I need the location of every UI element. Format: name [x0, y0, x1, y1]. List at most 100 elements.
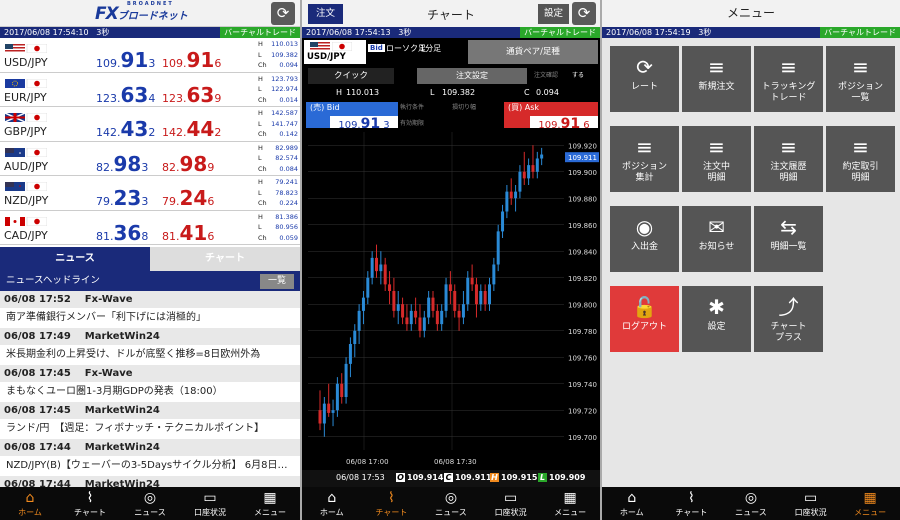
grid-icon: ▦	[563, 490, 577, 506]
tab-chart[interactable]: ⌇ チャート	[60, 487, 120, 520]
candle-body	[427, 297, 431, 318]
menu-tile-executed-trades[interactable]: ≡ 約定取引 明細	[826, 126, 895, 192]
tab-broadcast[interactable]: ◎ ニュース	[721, 487, 781, 520]
news-item[interactable]: 06/08 17:52 Fx-Wave 南ア準備銀行メンバー「利下げには消極的」	[0, 291, 300, 328]
bid-price[interactable]: 79.233	[96, 186, 148, 210]
candle-body	[470, 277, 474, 285]
rate-row[interactable]: AUD/JPY 82.983 82.989 H 82.989 L 82.574 Ch 0.084	[0, 141, 300, 176]
order-settings-button[interactable]: 注文設定	[417, 68, 527, 84]
menu-tile-position-sum[interactable]: ≡ ポジション 集計	[610, 126, 679, 192]
candle-body	[522, 171, 526, 179]
news-list-button[interactable]: 一覧	[259, 274, 294, 289]
c-label: C	[524, 88, 530, 97]
tab-chart[interactable]: ⌇ チャート	[362, 487, 422, 520]
rate-row[interactable]: EUR/JPY 123.634 123.639 H 123.793 L 122.974 Ch 0…	[0, 72, 300, 107]
ask-price[interactable]: 81.416	[162, 221, 214, 245]
rate-row[interactable]: NZD/JPY 79.233 79.246 H 79.241 L 78.823 Ch 0.224	[0, 176, 300, 211]
high-low-change: H 142.587 L 141.747 Ch 0.142	[258, 109, 298, 138]
candle-body	[448, 284, 452, 291]
news-item[interactable]: 06/08 17:44 MarketWin24 NZD/JPY(B)【ウェーバーの3…	[0, 439, 300, 476]
y-tick-label: 109.700	[568, 434, 597, 442]
tab-home[interactable]: ⌂ ホーム	[302, 487, 362, 520]
menu-tile-gear[interactable]: ✱ 設定	[682, 286, 751, 352]
order-confirm-label: 注文確認	[534, 72, 559, 79]
tab-chart[interactable]: ⌇ チャート	[662, 487, 722, 520]
candlestick-chart[interactable]: 109.920 109.900 109.880 109.860 109.840 109.8…	[302, 128, 600, 470]
tab-grid[interactable]: ▦ メニュー	[540, 487, 600, 520]
bid-price[interactable]: 109.913	[96, 48, 155, 72]
quick-order-button[interactable]: クイック	[308, 68, 394, 84]
rate-row[interactable]: GBP/JPY 142.432 142.442 H 142.587 L 141.747 Ch 0…	[0, 107, 300, 142]
new-order-icon: ≡	[708, 55, 725, 79]
tab-account[interactable]: ▭ 口座状況	[180, 487, 240, 520]
pair-type-button[interactable]: 通貨ペア/足種	[468, 40, 598, 64]
menu-tile-order-history[interactable]: ≡ 注文履歴 明細	[754, 126, 823, 192]
news-meta: 06/08 17:45 MarketWin24	[0, 402, 300, 419]
candle-body	[388, 284, 392, 291]
bid-price[interactable]: 142.432	[96, 117, 155, 141]
home-icon: ⌂	[25, 490, 35, 506]
news-title: まもなくユーロ圏1-3月期GDPの発表（18:00）	[6, 386, 223, 397]
tab-account[interactable]: ▭ 口座状況	[481, 487, 541, 520]
ask-price[interactable]: 109.916	[162, 48, 221, 72]
ask-price[interactable]: 82.989	[162, 152, 214, 176]
nz-jp-flag-icon	[5, 182, 47, 191]
menu-tile-open-orders[interactable]: ≡ 注文中 明細	[682, 126, 751, 192]
menu-tile-chart-plus[interactable]: ⤴ チャート プラス	[754, 286, 823, 352]
menu-tile-new-order[interactable]: ≡ 新規注文	[682, 46, 751, 112]
menu-tile-statement[interactable]: ⇆ 明細一覧	[754, 206, 823, 272]
refresh-button[interactable]: ⟳	[572, 2, 596, 25]
rate-row[interactable]: USD/JPY 109.913 109.916 H 110.013 L 109.382 Ch 0…	[0, 38, 300, 73]
tab-home[interactable]: ⌂ ホーム	[0, 487, 60, 520]
y-tick-label: 109.720	[568, 407, 597, 415]
tab-grid[interactable]: ▦ メニュー	[840, 487, 900, 520]
candle-body	[518, 171, 522, 192]
tab-grid[interactable]: ▦ メニュー	[240, 487, 300, 520]
bid-price[interactable]: 81.368	[96, 221, 148, 245]
home-icon: ⌂	[627, 490, 637, 506]
news-item[interactable]: 06/08 17:49 MarketWin24 米長期金利の上昇受け、ドルが底堅く推…	[0, 328, 300, 365]
tab-home[interactable]: ⌂ ホーム	[602, 487, 662, 520]
pair-label: USD/JPY	[4, 56, 48, 69]
virtual-trade-badge: バーチャルトレード	[820, 27, 900, 38]
pair-selector[interactable]: USD/JPY	[304, 40, 366, 64]
statement-icon: ⇆	[780, 215, 797, 239]
chart-period[interactable]: 1分足	[420, 43, 441, 54]
refresh-button[interactable]: ⟳	[271, 2, 295, 25]
exec-condition-select[interactable]: 執行条件	[400, 102, 424, 111]
news-chart-tabs: ニュース チャート	[0, 247, 300, 271]
tab-broadcast[interactable]: ◎ ニュース	[421, 487, 481, 520]
menu-tile-position-list[interactable]: ≡ ポジション 一覧	[826, 46, 895, 112]
candle-body	[370, 257, 374, 278]
bid-price[interactable]: 82.983	[96, 152, 148, 176]
stoploss-select[interactable]: 損切り幅	[452, 102, 476, 111]
tab-broadcast[interactable]: ◎ ニュース	[120, 487, 180, 520]
ask-price[interactable]: 79.246	[162, 186, 214, 210]
news-meta: 06/08 17:49 MarketWin24	[0, 328, 300, 345]
candle-body	[353, 330, 357, 344]
l-value: 109.382	[442, 88, 476, 97]
high-low-change: H 110.013 L 109.382 Ch 0.094	[258, 40, 298, 69]
order-confirm-toggle[interactable]: する	[572, 70, 584, 79]
bid-price[interactable]: 123.634	[96, 83, 155, 107]
menu-tile-lock[interactable]: 🔓 ログアウト	[610, 286, 679, 352]
news-item[interactable]: 06/08 17:45 Fx-Wave まもなくユーロ圏1-3月期GDPの発表（18…	[0, 365, 300, 402]
tab-account[interactable]: ▭ 口座状況	[781, 487, 841, 520]
rate-row[interactable]: CAD/JPY 81.368 81.416 H 81.386 L 80.956 Ch 0.059	[0, 210, 300, 245]
tab-news[interactable]: ニュース	[0, 247, 150, 271]
footer-low: L 109.909	[538, 473, 586, 482]
tab-chart[interactable]: チャート	[150, 247, 300, 271]
menu-tile-mail[interactable]: ✉ お知らせ	[682, 206, 751, 272]
refresh-icon: ⟳	[636, 55, 653, 79]
ask-price[interactable]: 123.639	[162, 83, 221, 107]
candle-body	[514, 191, 518, 199]
menu-tile-refresh[interactable]: ⟳ レート	[610, 46, 679, 112]
menu-tile-tracking[interactable]: ≡ トラッキング トレード	[754, 46, 823, 112]
settings-button[interactable]: 設定	[538, 4, 570, 24]
news-item[interactable]: 06/08 17:45 MarketWin24 ランド/円 【週足：フィボナッチ・テ…	[0, 402, 300, 439]
footer-time: 06/08 17:53	[336, 473, 385, 482]
ask-price[interactable]: 142.442	[162, 117, 221, 141]
menu-tile-wallet[interactable]: ◉ 入出金	[610, 206, 679, 272]
expiry-select[interactable]: 有効期限	[400, 118, 424, 127]
wallet-icon: ◉	[635, 215, 654, 239]
